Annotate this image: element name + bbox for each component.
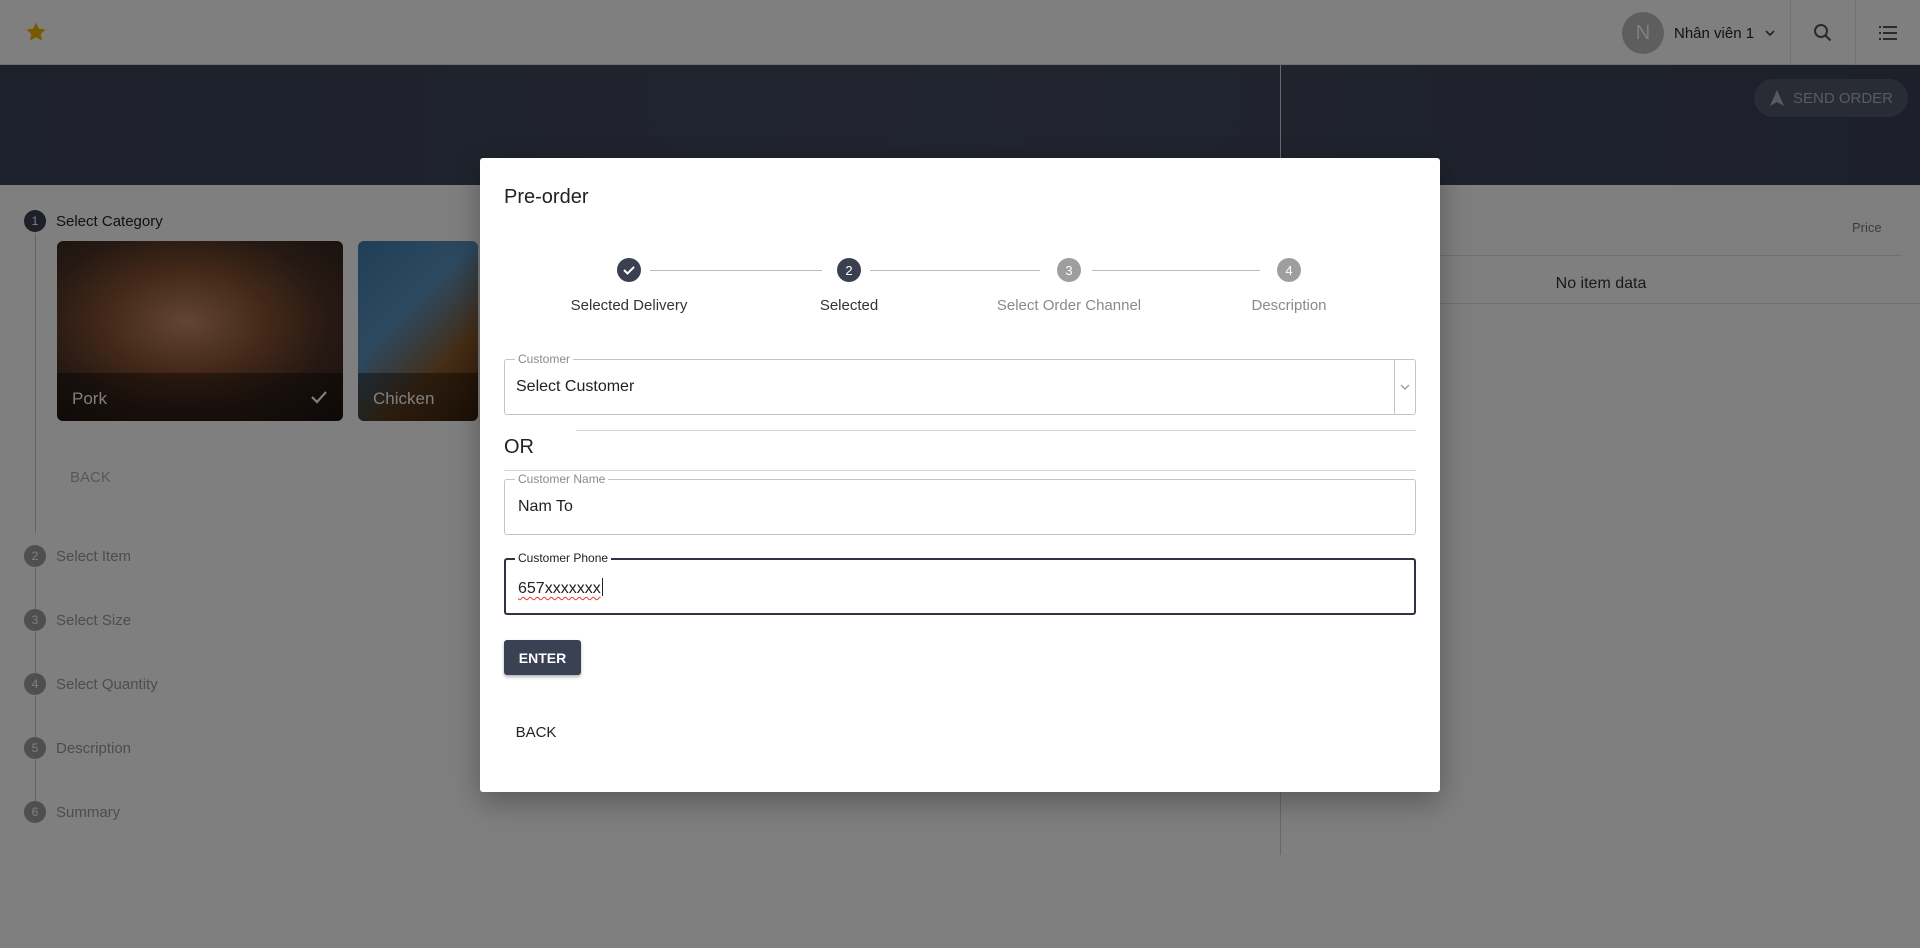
customer-name-value: Nam To <box>518 498 573 515</box>
wizard-step-number: 4 <box>1277 258 1301 282</box>
pre-order-dialog: Pre-order Selected Delivery 2 Selected 3… <box>480 158 1440 792</box>
wizard-step-label: Selected Delivery <box>570 297 688 314</box>
wizard-step-number: 2 <box>837 258 861 282</box>
customer-name-field[interactable]: Customer Name Nam To <box>504 472 1416 535</box>
customer-phone-field[interactable]: Customer Phone 657xxxxxxx <box>504 551 1416 615</box>
field-legend: Customer Name <box>515 472 609 486</box>
select-dropdown-toggle[interactable] <box>1394 360 1415 414</box>
dialog-title: Pre-order <box>504 186 589 208</box>
field-legend: Customer <box>515 352 574 366</box>
customer-phone-value: 657xxxxxxx <box>518 578 603 597</box>
customer-select[interactable]: Customer Select Customer <box>504 352 1416 415</box>
field-legend: Customer Phone <box>515 551 612 565</box>
back-button[interactable]: BACK <box>504 714 568 750</box>
or-separator-label: OR <box>504 436 534 458</box>
divider <box>576 430 1416 431</box>
wizard-step-selected-delivery: Selected Delivery <box>519 258 739 314</box>
chevron-down-icon <box>1400 384 1410 390</box>
customer-select-value: Select Customer <box>516 378 635 395</box>
divider <box>504 470 1416 471</box>
wizard-step-description: 4 Description <box>1179 258 1399 314</box>
wizard-step-label: Description <box>1251 297 1327 314</box>
wizard-step-label: Selected <box>819 297 879 314</box>
check-icon <box>617 258 641 282</box>
wizard-step-label: Select Order Channel <box>996 297 1142 314</box>
wizard-step-selected: 2 Selected <box>739 258 959 314</box>
wizard-step-number: 3 <box>1057 258 1081 282</box>
enter-button[interactable]: ENTER <box>504 640 581 675</box>
text-caret <box>601 578 603 596</box>
wizard-step-select-order-channel: 3 Select Order Channel <box>959 258 1179 314</box>
